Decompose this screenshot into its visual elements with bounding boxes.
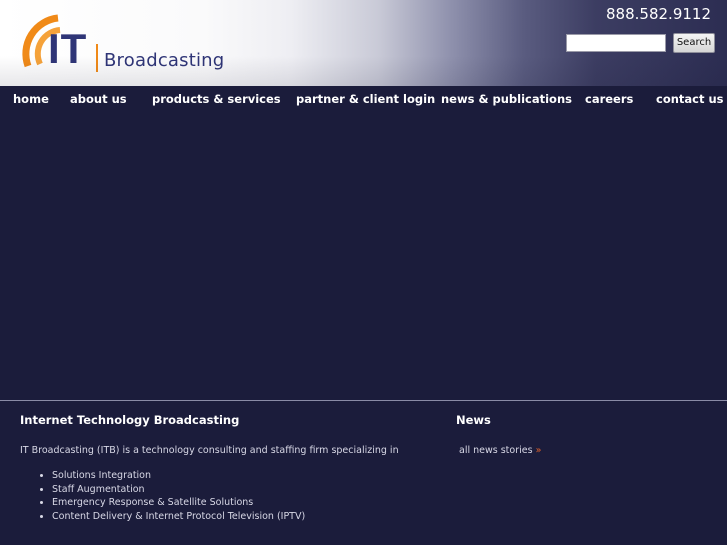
- all-news-label: all news stories: [459, 445, 533, 456]
- service-item: Staff Augmentation: [52, 483, 305, 497]
- nav-item-home[interactable]: home: [13, 92, 49, 106]
- search-input[interactable]: [566, 34, 666, 52]
- logo-wordmark: Broadcasting: [104, 50, 225, 71]
- header: IT Broadcasting 888.582.9112 Search: [0, 0, 727, 86]
- logo-initials: IT: [48, 25, 88, 72]
- nav-item-contact-us[interactable]: contact us: [656, 92, 724, 106]
- page: IT Broadcasting 888.582.9112 Search home…: [0, 0, 727, 545]
- news-title: News: [456, 413, 491, 427]
- all-news-link[interactable]: all news stories »: [459, 445, 541, 456]
- nav-item-products-services[interactable]: products & services: [152, 92, 281, 106]
- service-item: Emergency Response & Satellite Solutions: [52, 496, 305, 510]
- services-list: Solutions Integration Staff Augmentation…: [34, 469, 305, 523]
- search-button[interactable]: Search: [673, 33, 715, 53]
- nav-item-about-us[interactable]: about us: [70, 92, 127, 106]
- logo-divider: [96, 44, 98, 72]
- phone-number: 888.582.9112: [606, 5, 711, 23]
- main-banner-area: [0, 112, 727, 400]
- nav-item-careers[interactable]: careers: [585, 92, 633, 106]
- site-logo[interactable]: IT Broadcasting: [18, 14, 228, 76]
- double-chevron-right-icon: »: [535, 445, 542, 456]
- service-item: Solutions Integration: [52, 469, 305, 483]
- service-item: Content Delivery & Internet Protocol Tel…: [52, 510, 305, 524]
- intro-text: IT Broadcasting (ITB) is a technology co…: [20, 445, 399, 456]
- section-divider: [0, 400, 727, 401]
- nav-item-partner-client-login[interactable]: partner & client login: [296, 92, 435, 106]
- nav-item-news-publications[interactable]: news & publications: [441, 92, 572, 106]
- main-nav: home about us products & services partne…: [0, 86, 727, 112]
- intro-title: Internet Technology Broadcasting: [20, 413, 240, 427]
